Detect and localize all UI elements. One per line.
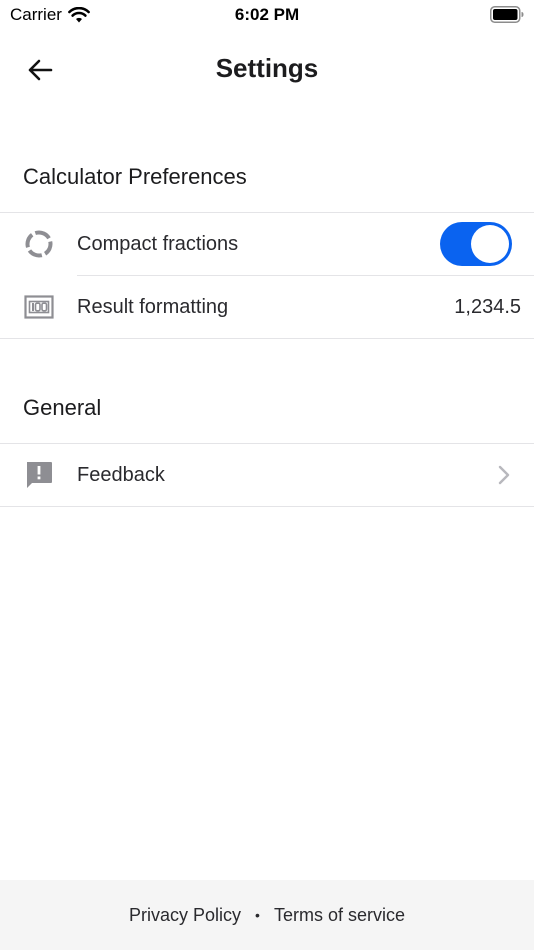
toggle-knob bbox=[471, 225, 509, 263]
status-bar: Carrier 6:02 PM bbox=[0, 0, 534, 30]
settings-row-result-formatting[interactable]: Result formatting 1,234.5 bbox=[0, 276, 534, 338]
privacy-policy-link[interactable]: Privacy Policy bbox=[129, 905, 241, 926]
settings-row-feedback[interactable]: Feedback bbox=[0, 444, 534, 506]
status-time: 6:02 PM bbox=[234, 5, 300, 24]
divider bbox=[0, 506, 534, 507]
section-title-general: General bbox=[23, 395, 102, 420]
battery-full-icon bbox=[490, 6, 524, 23]
page-title: Settings bbox=[215, 53, 319, 83]
compact-fractions-toggle[interactable] bbox=[440, 222, 512, 266]
terms-of-service-link[interactable]: Terms of service bbox=[274, 905, 405, 926]
result-formatting-value: 1,234.5 bbox=[454, 295, 521, 318]
settings-row-label: Result formatting bbox=[77, 295, 229, 318]
footer: Privacy Policy • Terms of service bbox=[0, 880, 534, 950]
feedback-icon bbox=[22, 458, 56, 492]
settings-row-compact-fractions: Compact fractions bbox=[0, 213, 534, 275]
settings-row-label: Compact fractions bbox=[77, 232, 239, 255]
number-format-icon bbox=[22, 290, 56, 324]
divider bbox=[0, 338, 534, 339]
header: Settings bbox=[0, 40, 534, 98]
footer-separator: • bbox=[255, 907, 260, 923]
circle-dashed-icon bbox=[22, 227, 56, 261]
chevron-right-icon bbox=[498, 465, 510, 485]
section-title-calculator-preferences: Calculator Preferences bbox=[23, 164, 247, 189]
settings-row-label: Feedback bbox=[77, 463, 165, 486]
